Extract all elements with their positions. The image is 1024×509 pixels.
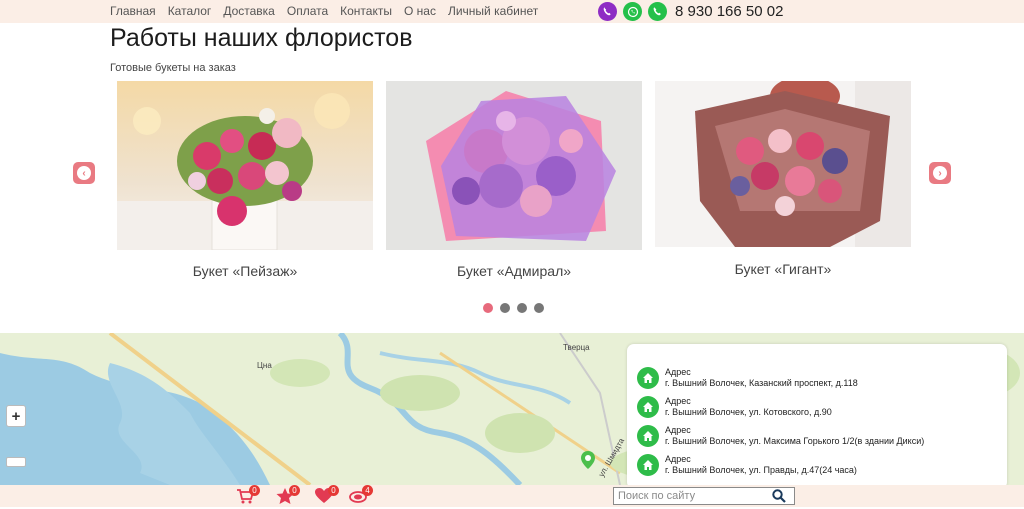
address-item[interactable]: Адрес г. Вышний Волочек, Казанский просп… [637,367,858,389]
nav-delivery[interactable]: Доставка [223,4,275,18]
home-icon [637,396,659,418]
nav-catalog[interactable]: Каталог [168,4,212,18]
zoom-in-button[interactable]: + [6,405,26,427]
carousel-item[interactable]: Букет «Гигант» [655,81,911,277]
search-icon [772,489,786,503]
carousel-dot[interactable] [517,303,527,313]
address-text: г. Вышний Волочек, Казанский проспект, д… [665,378,858,388]
main-nav: Главная Каталог Доставка Оплата Контакты… [110,4,538,18]
wishlist-button[interactable]: 0 [315,485,339,504]
bouquet-image[interactable] [386,81,642,250]
nav-payment[interactable]: Оплата [287,4,328,18]
favorites-button[interactable]: 0 [276,485,300,504]
address-title: Адрес [665,454,691,464]
contacts-block: 8 930 166 50 02 [598,2,783,21]
address-title: Адрес [665,367,691,377]
carousel-next-button[interactable]: › [929,162,951,184]
search-box [613,487,795,505]
address-text: г. Вышний Волочек, ул. Максима Горького … [665,436,925,446]
chevron-left-icon: ‹ [77,166,91,180]
bouquet-image[interactable] [655,81,911,247]
address-text: г. Вышний Волочек, ул. Правды, д.47(24 ч… [665,465,857,475]
wishlist-count-badge: 0 [328,485,339,496]
nav-about[interactable]: О нас [404,4,436,18]
phone-number[interactable]: 8 930 166 50 02 [675,3,783,20]
bouquet-caption[interactable]: Букет «Адмирал» [386,263,642,279]
home-icon [637,454,659,476]
compare-count-badge: 4 [362,485,373,496]
carousel-dot[interactable] [483,303,493,313]
address-title: Адрес [665,396,691,406]
carousel-item[interactable]: Букет «Адмирал» [386,81,642,279]
address-item[interactable]: Адрес г. Вышний Волочек, ул. Правды, д.4… [637,454,857,476]
bottom-bar: 0 0 0 4 [0,485,1024,507]
carousel-dots [483,303,544,313]
carousel-item[interactable]: Букет «Пейзаж» [117,81,373,279]
viber-icon[interactable] [598,2,617,21]
page-subtitle: Готовые букеты на заказ [110,62,236,74]
top-bar: Главная Каталог Доставка Оплата Контакты… [0,0,1024,23]
whatsapp-icon[interactable] [623,2,642,21]
address-item[interactable]: Адрес г. Вышний Волочек, ул. Котовского,… [637,396,832,418]
carousel-dot[interactable] [500,303,510,313]
cart-button[interactable]: 0 [236,485,260,504]
search-input[interactable] [614,490,764,502]
compare-button[interactable]: 4 [349,485,373,504]
map[interactable]: Цна Тверца ул. Шмидта + Адрес г. Вышний … [0,333,1024,485]
address-text: г. Вышний Волочек, ул. Котовского, д.90 [665,407,832,417]
search-button[interactable] [772,489,786,508]
home-icon [637,425,659,447]
nav-contacts[interactable]: Контакты [340,4,392,18]
map-pin-icon[interactable] [581,451,595,469]
bouquet-caption[interactable]: Букет «Гигант» [655,261,911,277]
carousel-prev-button[interactable]: ‹ [73,162,95,184]
page-title: Работы наших флористов [110,24,413,52]
map-label-tsna: Цна [257,361,272,370]
zoom-slider[interactable] [6,457,26,467]
map-label-tvertsa: Тверца [563,343,590,352]
addresses-panel: Адрес г. Вышний Волочек, Казанский просп… [627,344,1007,485]
bouquet-caption[interactable]: Букет «Пейзаж» [117,263,373,279]
address-item[interactable]: Адрес г. Вышний Волочек, ул. Максима Гор… [637,425,924,447]
address-title: Адрес [665,425,691,435]
phone-icon[interactable] [648,2,667,21]
nav-home[interactable]: Главная [110,4,156,18]
favorites-count-badge: 0 [289,485,300,496]
bouquet-image[interactable] [117,81,373,250]
cart-count-badge: 0 [249,485,260,496]
nav-account[interactable]: Личный кабинет [448,4,538,18]
chevron-right-icon: › [933,166,947,180]
home-icon [637,367,659,389]
carousel-dot[interactable] [534,303,544,313]
